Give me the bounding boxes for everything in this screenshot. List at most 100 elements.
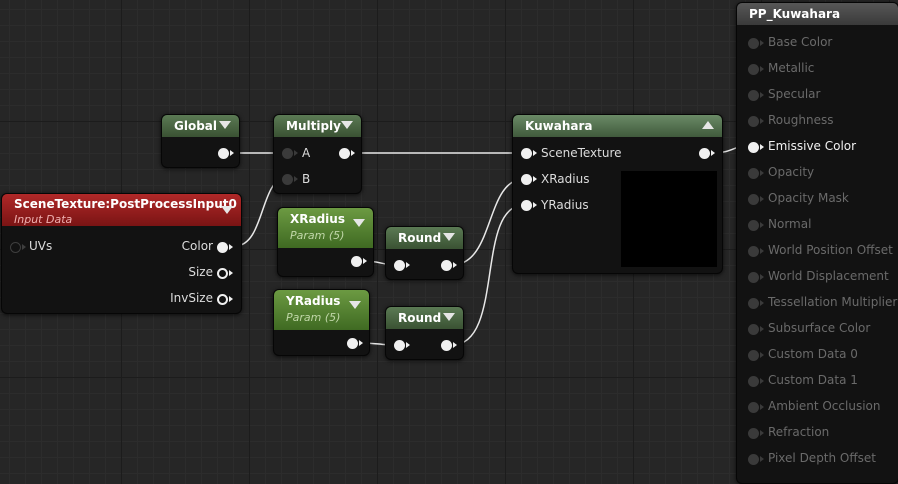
material-input-row[interactable]: Pixel Depth Offset <box>737 450 897 470</box>
material-input-pin[interactable] <box>748 194 764 205</box>
material-input-row[interactable]: World Displacement <box>737 268 897 288</box>
material-input-row[interactable]: Custom Data 1 <box>737 372 897 392</box>
xradius-param-title: XRadius <box>290 212 345 226</box>
multiply-node-header[interactable]: Multiply <box>274 115 361 137</box>
expand-chevron-icon[interactable] <box>702 121 714 129</box>
material-input-pin[interactable] <box>748 220 764 231</box>
material-input-row[interactable]: Tessellation Multiplier <box>737 294 897 314</box>
material-input-pin[interactable] <box>748 168 764 179</box>
kuwahara-output-pin[interactable] <box>699 148 715 159</box>
xradius-param-node-header[interactable]: XRadius Param (5) <box>278 208 373 248</box>
global-output-pin[interactable] <box>218 148 234 159</box>
round-x-input-pin[interactable] <box>394 260 410 271</box>
material-input-pin[interactable] <box>748 64 764 75</box>
kuwahara-yradius-pin[interactable] <box>521 200 537 211</box>
material-input-row[interactable]: Base Color <box>737 34 897 54</box>
round-x-node-header[interactable]: Round <box>386 227 463 249</box>
collapse-chevron-icon[interactable] <box>443 233 455 241</box>
collapse-chevron-icon[interactable] <box>221 206 233 214</box>
material-input-row[interactable]: Emissive Color <box>737 138 897 158</box>
collapse-chevron-icon[interactable] <box>443 313 455 321</box>
material-input-label: Refraction <box>768 425 830 439</box>
material-input-label: Pixel Depth Offset <box>768 451 876 465</box>
material-input-row[interactable]: Specular <box>737 86 897 106</box>
material-input-pin[interactable] <box>748 428 764 439</box>
kuwahara-node-title: Kuwahara <box>525 119 593 133</box>
material-input-pin[interactable] <box>748 324 764 335</box>
material-input-pin[interactable] <box>748 376 764 387</box>
material-input-label: Opacity <box>768 165 815 179</box>
collapse-chevron-icon[interactable] <box>341 121 353 129</box>
kuwahara-node-header[interactable]: Kuwahara <box>513 115 722 137</box>
kuwahara-xradius-pin[interactable] <box>521 174 537 185</box>
scene-texture-node-header[interactable]: SceneTexture:PostProcessInput0 Input Dat… <box>2 194 241 226</box>
scene-texture-invsize-label: InvSize <box>170 291 213 305</box>
collapse-chevron-icon[interactable] <box>353 219 365 227</box>
kuwahara-node[interactable]: Kuwahara SceneTexture XRadius YRadius <box>512 114 723 274</box>
material-input-pin[interactable] <box>748 272 764 283</box>
material-result-node[interactable]: PP_Kuwahara Base Color Metallic Specular Ro… <box>736 2 898 484</box>
material-input-pin[interactable] <box>748 350 764 361</box>
material-input-row[interactable]: Custom Data 0 <box>737 346 897 366</box>
material-input-row[interactable]: Subsurface Color <box>737 320 897 340</box>
xradius-output-pin[interactable] <box>351 256 367 267</box>
material-input-row[interactable]: World Position Offset <box>737 242 897 262</box>
material-input-pin[interactable] <box>748 38 764 49</box>
round-x-output-pin[interactable] <box>441 260 457 271</box>
kuwahara-preview-thumbnail <box>621 171 717 267</box>
global-node-header[interactable]: Global <box>162 115 239 137</box>
scene-texture-color-label: Color <box>181 239 213 253</box>
material-input-pin[interactable] <box>748 90 764 101</box>
material-input-label: Subsurface Color <box>768 321 871 335</box>
round-y-node[interactable]: Round <box>385 306 464 360</box>
scene-texture-invsize-pin[interactable] <box>217 294 233 305</box>
round-x-node-title: Round <box>398 231 442 245</box>
round-y-node-header[interactable]: Round <box>386 307 463 329</box>
material-input-row[interactable]: Refraction <box>737 424 897 444</box>
material-result-node-header[interactable]: PP_Kuwahara <box>737 3 898 25</box>
yradius-param-node[interactable]: YRadius Param (5) <box>273 289 370 356</box>
kuwahara-scenetexture-pin[interactable] <box>521 148 537 159</box>
material-input-label: Base Color <box>768 35 833 49</box>
multiply-node[interactable]: Multiply A B <box>273 114 362 194</box>
round-y-input-pin[interactable] <box>394 340 410 351</box>
multiply-input-a-pin[interactable] <box>282 148 298 159</box>
xradius-param-subtitle: Param (5) <box>290 229 345 242</box>
material-input-pin[interactable] <box>748 116 764 127</box>
material-input-row[interactable]: Opacity Mask <box>737 190 897 210</box>
scene-texture-size-pin[interactable] <box>217 268 233 279</box>
material-input-label: Ambient Occlusion <box>768 399 881 413</box>
material-input-row[interactable]: Opacity <box>737 164 897 184</box>
material-input-label: Roughness <box>768 113 834 127</box>
yradius-param-node-header[interactable]: YRadius Param (5) <box>274 290 369 330</box>
collapse-chevron-icon[interactable] <box>219 121 231 129</box>
material-input-label: World Position Offset <box>768 243 893 257</box>
yradius-output-pin[interactable] <box>347 338 363 349</box>
collapse-chevron-icon[interactable] <box>349 301 361 309</box>
round-y-output-pin[interactable] <box>441 340 457 351</box>
material-input-row[interactable]: Ambient Occlusion <box>737 398 897 418</box>
multiply-input-b-pin[interactable] <box>282 174 298 185</box>
material-input-pin[interactable] <box>748 142 764 153</box>
material-input-row[interactable]: Metallic <box>737 60 897 80</box>
scene-texture-size-label: Size <box>188 265 213 279</box>
material-input-row[interactable]: Normal <box>737 216 897 236</box>
material-input-pin[interactable] <box>748 454 764 465</box>
material-input-pin[interactable] <box>748 298 764 309</box>
multiply-output-pin[interactable] <box>339 148 355 159</box>
multiply-node-title: Multiply <box>286 119 341 133</box>
material-input-pin[interactable] <box>748 246 764 257</box>
material-input-pin[interactable] <box>748 402 764 413</box>
material-input-label: Opacity Mask <box>768 191 849 205</box>
yradius-param-title: YRadius <box>286 294 341 308</box>
round-x-node[interactable]: Round <box>385 226 464 280</box>
material-input-label: Emissive Color <box>768 139 857 153</box>
material-input-label: Custom Data 1 <box>768 373 858 387</box>
material-input-row[interactable]: Roughness <box>737 112 897 132</box>
scene-texture-node[interactable]: SceneTexture:PostProcessInput0 Input Dat… <box>1 193 242 314</box>
xradius-param-node[interactable]: XRadius Param (5) <box>277 207 374 277</box>
material-input-label: Tessellation Multiplier <box>768 295 898 309</box>
scene-texture-uvs-pin[interactable] <box>10 242 26 253</box>
global-node[interactable]: Global <box>161 114 240 168</box>
scene-texture-color-pin[interactable] <box>217 242 233 253</box>
